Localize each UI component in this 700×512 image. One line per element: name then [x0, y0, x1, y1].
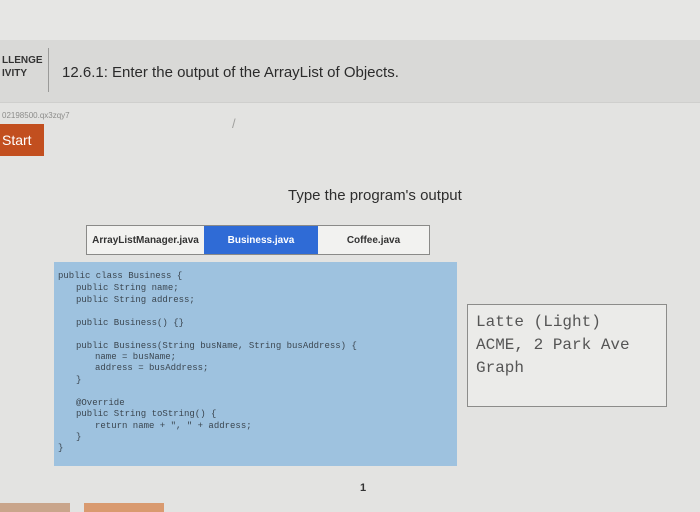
challenge-label: LLENGE [2, 55, 43, 66]
cursor-mark: / [232, 116, 236, 131]
code-line: } [76, 375, 82, 385]
code-line: public class Business { [58, 271, 183, 281]
code-viewer: public class Business { public String na… [54, 262, 457, 466]
tab-coffee[interactable]: Coffee.java [318, 226, 429, 254]
output-line: Latte (Light) [476, 313, 601, 331]
code-line: } [76, 432, 82, 442]
code-line: name = busName; [95, 352, 177, 362]
code-line: public Business(String busName, String b… [76, 341, 357, 351]
file-tabs: ArrayListManager.java Business.java Coff… [86, 225, 430, 255]
activity-label: IVITY [2, 68, 28, 79]
code-line: } [58, 443, 64, 453]
code-line: public String address; [76, 295, 195, 305]
code-line: @Override [76, 398, 125, 408]
tab-business[interactable]: Business.java [204, 226, 318, 254]
output-line: Graph [476, 359, 525, 377]
instruction-text: Type the program's output [288, 187, 462, 204]
challenge-activity-label: LLENGE IVITY [2, 54, 46, 80]
level-indicator[interactable]: 1 [360, 482, 366, 494]
top-strip [0, 0, 700, 40]
start-button[interactable]: Start [0, 124, 44, 156]
code-line: public String toString() { [76, 409, 217, 419]
header-divider [48, 48, 49, 92]
bottom-button-partial[interactable] [84, 503, 164, 512]
tab-arraylistmanager[interactable]: ArrayListManager.java [87, 226, 204, 254]
activity-id: 02198500.qx3zqy7 [2, 111, 70, 120]
bottom-button-partial[interactable] [0, 503, 70, 512]
code-line: return name + ", " + address; [95, 421, 252, 431]
code-line: public String name; [76, 283, 179, 293]
output-answer-box[interactable]: Latte (Light) ACME, 2 Park Ave Graph [467, 304, 667, 407]
output-line: ACME, 2 Park Ave [476, 336, 630, 354]
code-line: public Business() {} [76, 318, 185, 328]
code-line: address = busAddress; [95, 363, 209, 373]
activity-title: 12.6.1: Enter the output of the ArrayLis… [62, 64, 399, 81]
